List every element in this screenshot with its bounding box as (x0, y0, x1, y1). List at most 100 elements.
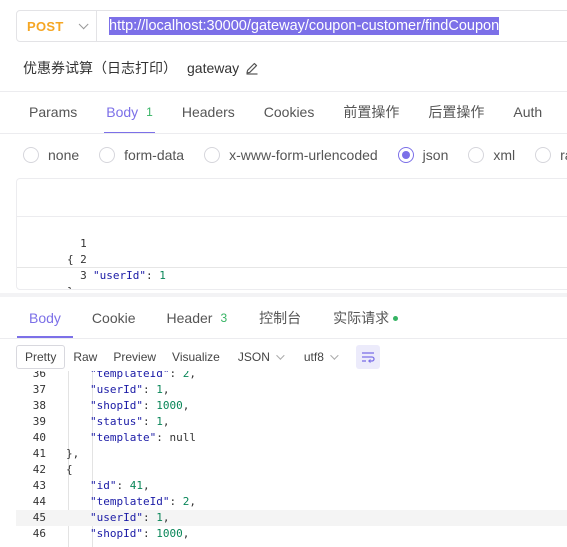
editor-toolbar (17, 179, 567, 217)
panel-splitter[interactable] (0, 293, 567, 297)
button-label: Visualize (172, 349, 220, 364)
chevron-down-icon (78, 18, 89, 29)
encoding-select[interactable]: utf8 (303, 349, 339, 364)
button-label: Pretty (25, 349, 57, 364)
tab-label: Auth (513, 104, 543, 120)
request-name: 优惠券试算（日志打印） (23, 60, 177, 76)
code-line: 43 "id": 41, (16, 478, 567, 494)
radio-circle (204, 147, 221, 163)
select-value: JSON (237, 349, 270, 364)
edit-icon[interactable] (245, 61, 259, 75)
body-type-radios: none form-data x-www-form-urlencoded jso… (23, 143, 567, 167)
method-select[interactable]: POST (17, 11, 97, 41)
tab-label: Header (166, 310, 213, 326)
json-key: "userId" (93, 269, 146, 282)
tab-pre-ops[interactable]: 前置操作 (343, 92, 399, 132)
radio-circle-checked (397, 147, 414, 163)
json-value: 41 (129, 479, 143, 492)
radio-xml[interactable]: xml (468, 147, 515, 163)
select-value: utf8 (303, 349, 324, 364)
tab-label: 实际请求 (333, 310, 390, 326)
radio-circle (468, 147, 485, 163)
view-preview-button[interactable]: Preview (105, 345, 164, 369)
tab-response-body[interactable]: Body (17, 298, 73, 338)
radio-none[interactable]: none (23, 147, 79, 163)
divider (0, 338, 567, 339)
code-text: } (67, 284, 74, 289)
tab-label: 后置操作 (428, 104, 485, 120)
tab-badge: 1 (146, 105, 153, 119)
response-body-viewer[interactable]: 36 "templateId": 2, 37 "userId": 1, 38 "shopI… (16, 371, 567, 547)
line-number: 39 (32, 415, 46, 428)
tab-params[interactable]: Params (29, 92, 77, 132)
button-label: Raw (73, 349, 98, 364)
tab-auth[interactable]: Auth (513, 92, 542, 132)
json-key: "userId" (90, 511, 143, 524)
line-number: 36 (32, 371, 46, 380)
line-number: 41 (32, 447, 46, 460)
line-number: 46 (32, 527, 46, 540)
json-key: "templateId" (90, 495, 170, 508)
code-line: 42 { (16, 462, 567, 478)
code-line: 37 "userId": 1, (16, 382, 567, 398)
json-value: 1 (159, 269, 166, 282)
format-select[interactable]: JSON (237, 349, 285, 364)
code-line: 2 "userId": 1 (17, 236, 567, 282)
json-key: "status" (90, 415, 143, 428)
tab-headers[interactable]: Headers (182, 92, 235, 132)
code-line: 39 "status": 1, (16, 414, 567, 430)
json-key: "shopId" (90, 399, 143, 412)
json-key: "templateId" (90, 371, 170, 380)
code-line: 46 "shopId": 1000, (16, 526, 567, 542)
json-value: 2 (182, 495, 190, 508)
radio-json[interactable]: json (397, 147, 448, 163)
line-number: 42 (32, 463, 46, 476)
tab-post-ops[interactable]: 后置操作 (428, 92, 484, 132)
code-line: 45 "userId": 1, (16, 510, 567, 526)
radio-label: none (48, 147, 80, 163)
word-wrap-button[interactable] (355, 344, 380, 369)
line-number: 40 (32, 431, 46, 444)
radio-raw[interactable]: raw (535, 147, 567, 163)
code-line: 3 } (17, 252, 567, 289)
radio-circle (535, 147, 552, 163)
json-value: 1 (156, 383, 163, 396)
tab-actual-request[interactable]: 实际请求 (333, 298, 399, 338)
chevron-down-icon (330, 350, 339, 360)
line-number: 45 (32, 511, 46, 524)
tab-label: Cookie (91, 310, 136, 326)
code-area: 1 { 2 "userId": 1 3 } (17, 217, 567, 289)
request-body-editor[interactable]: 1 { 2 "userId": 1 3 } (16, 178, 567, 290)
radio-circle (99, 147, 116, 163)
code-text: "status": 1, (90, 415, 170, 428)
radio-label: form-data (124, 147, 185, 163)
tab-response-header[interactable]: Header 3 (167, 298, 228, 338)
url-input[interactable]: http://localhost:30000/gateway/coupon-cu… (97, 11, 567, 41)
line-number: 38 (32, 399, 46, 412)
json-value: 2 (182, 371, 190, 380)
code-text: "shopId": 1000, (90, 399, 190, 412)
chevron-down-icon (276, 350, 285, 360)
method-label: POST (27, 18, 64, 34)
tab-cookies[interactable]: Cookies (264, 92, 315, 132)
view-visualize-button[interactable]: Visualize (164, 345, 228, 369)
tab-label: Body (106, 104, 139, 120)
tab-response-cookie[interactable]: Cookie (92, 298, 136, 338)
tab-label: Params (29, 104, 78, 120)
radio-urlencoded[interactable]: x-www-form-urlencoded (204, 147, 378, 163)
response-toolbar: Pretty Raw Preview Visualize JSON utf8 (16, 344, 380, 369)
view-pretty-button[interactable]: Pretty (16, 344, 66, 369)
json-value: 1000 (156, 527, 183, 540)
code-line: 38 "shopId": 1000, (16, 398, 567, 414)
view-raw-button[interactable]: Raw (65, 345, 105, 369)
json-key: "shopId" (90, 527, 143, 540)
radio-form-data[interactable]: form-data (99, 147, 184, 163)
code-line: 40 "template": null (16, 430, 567, 446)
tab-label: 前置操作 (343, 104, 400, 120)
tab-console[interactable]: 控制台 (259, 298, 301, 338)
tab-label: Body (29, 310, 61, 326)
line-number: 37 (32, 383, 46, 396)
divider (0, 133, 567, 134)
code-line: 36 "templateId": 2, (16, 371, 567, 382)
tab-body[interactable]: Body 1 (104, 92, 155, 134)
